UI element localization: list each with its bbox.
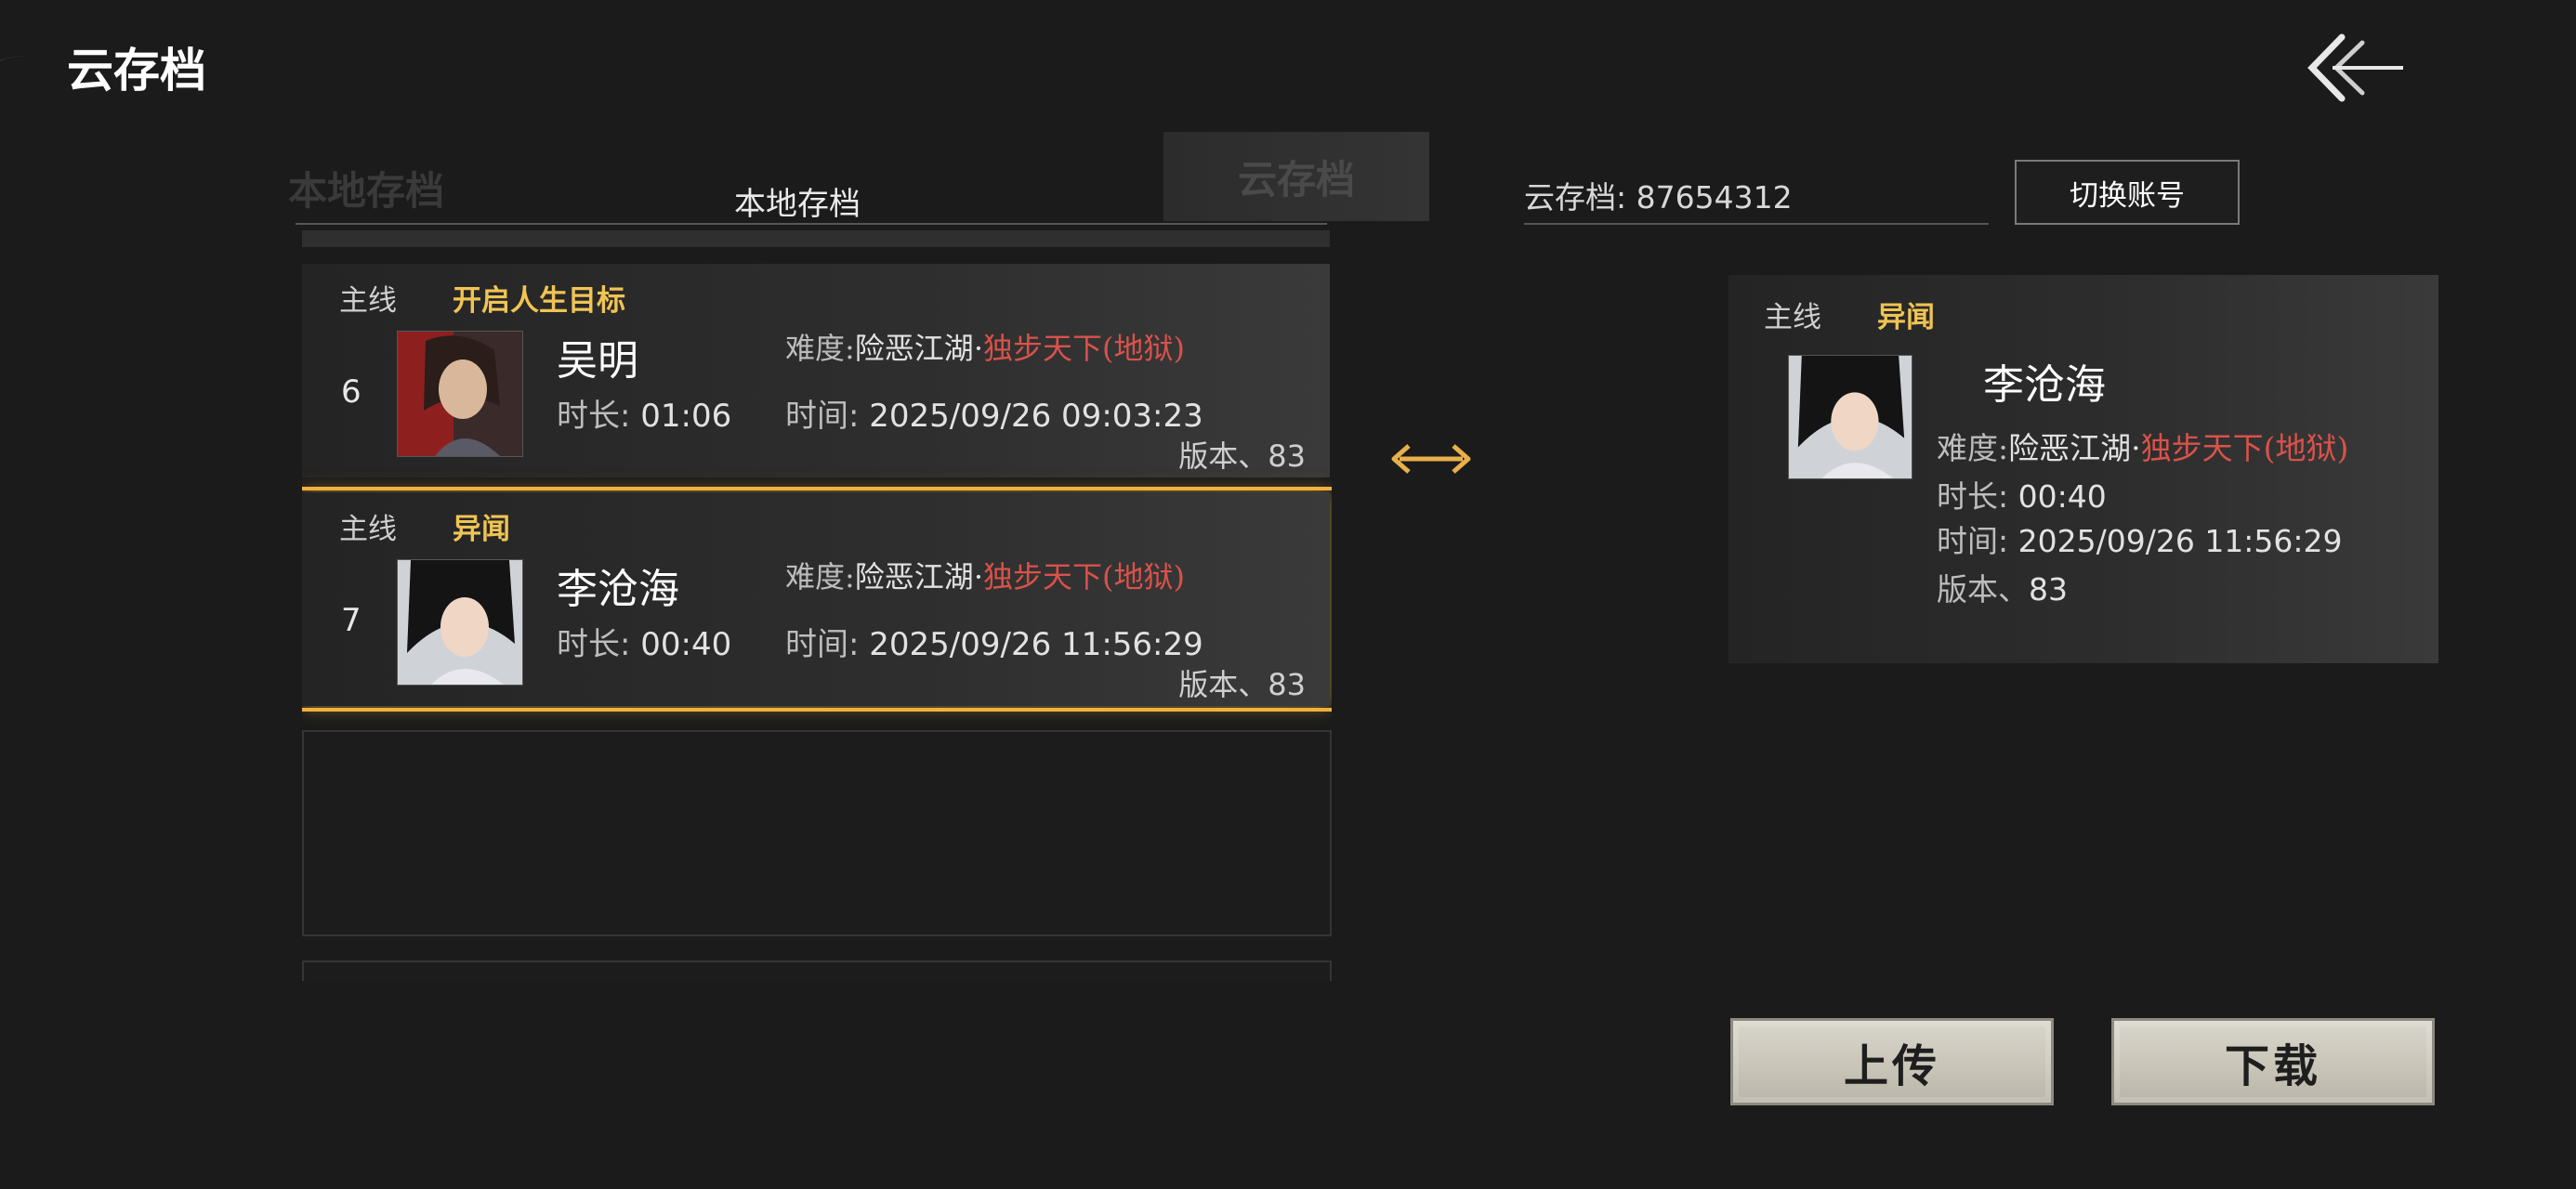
play-duration: 时长: 00:40 bbox=[1937, 472, 2107, 516]
duration-label: 时长: bbox=[557, 626, 631, 663]
duration-value: 00:40 bbox=[2017, 478, 2107, 515]
swap-arrows-icon bbox=[1388, 437, 1474, 481]
duration-value: 01:06 bbox=[640, 398, 732, 435]
cloud-save-card[interactable]: 主线 异闻 李沧海 难度:险恶江湖·独步天下(地狱) 时长: 00:40 时间:… bbox=[1728, 275, 2438, 663]
play-duration: 时长: 00:40 bbox=[557, 619, 731, 664]
previous-slot-peek bbox=[302, 230, 1330, 247]
version-label: 版本、 bbox=[1937, 571, 2029, 608]
time-label: 时间: bbox=[785, 398, 860, 435]
difficulty-sep: · bbox=[2131, 430, 2141, 466]
duration-value: 00:40 bbox=[640, 626, 732, 663]
character-name: 李沧海 bbox=[1983, 361, 2106, 409]
avatar-licanghai bbox=[1788, 355, 1912, 479]
difficulty: 难度:险恶江湖·独步天下(地狱) bbox=[1937, 424, 2348, 468]
difficulty-label: 难度: bbox=[785, 331, 855, 366]
download-button[interactable]: 下载 bbox=[2111, 1018, 2435, 1105]
back-arrow-icon bbox=[2307, 33, 2403, 102]
save-card-slot-6[interactable]: 主线 开启人生目标 6 吴明 时长: 01:06 难度:险恶江湖·独步天下(地狱… bbox=[302, 264, 1330, 477]
time-label: 时间: bbox=[1937, 523, 2009, 559]
tab-local-saves[interactable]: 本地存档 bbox=[734, 178, 861, 224]
save-time: 时间: 2025/09/26 11:56:29 bbox=[785, 619, 1203, 664]
time-label: 时间: bbox=[785, 626, 860, 663]
tab-underline bbox=[296, 223, 1327, 225]
save-time: 时间: 2025/09/26 11:56:29 bbox=[1937, 516, 2343, 561]
empty-save-slot[interactable] bbox=[302, 730, 1332, 936]
difficulty-value: 险恶江湖 bbox=[854, 331, 974, 366]
play-duration: 时长: 01:06 bbox=[557, 390, 731, 436]
cloud-underline bbox=[1524, 223, 1989, 225]
slot-number: 6 bbox=[341, 373, 361, 411]
difficulty-hard: 独步天下(地狱) bbox=[2140, 430, 2349, 466]
tag-mainline: 主线 bbox=[1764, 301, 1821, 334]
version: 版本、83 bbox=[1178, 438, 1306, 474]
back-button[interactable] bbox=[2305, 26, 2407, 110]
version: 版本、83 bbox=[1178, 667, 1306, 702]
difficulty: 难度:险恶江湖·独步天下(地狱) bbox=[785, 554, 1185, 596]
tag-quest: 异闻 bbox=[453, 513, 510, 546]
slot-number: 7 bbox=[341, 602, 361, 639]
difficulty-label: 难度: bbox=[1937, 430, 2009, 466]
difficulty-sep: · bbox=[973, 331, 983, 366]
duration-label: 时长: bbox=[557, 398, 631, 435]
difficulty-value: 险恶江湖 bbox=[854, 559, 974, 594]
tag-quest: 异闻 bbox=[1877, 301, 1935, 334]
difficulty-label: 难度: bbox=[785, 559, 855, 594]
decorative-arc bbox=[0, 56, 41, 260]
character-name: 吴明 bbox=[557, 337, 638, 385]
time-value: 2025/09/26 09:03:23 bbox=[869, 398, 1203, 435]
difficulty-value: 险恶江湖 bbox=[2008, 430, 2132, 466]
empty-save-slot[interactable] bbox=[302, 960, 1332, 981]
save-time: 时间: 2025/09/26 09:03:23 bbox=[785, 390, 1203, 436]
time-value: 2025/09/26 11:56:29 bbox=[2017, 523, 2343, 559]
difficulty-sep: · bbox=[973, 559, 983, 594]
difficulty-hard: 独步天下(地狱) bbox=[982, 559, 1185, 594]
cloud-account-id: 云存档: 87654312 bbox=[1524, 179, 1793, 216]
time-value: 2025/09/26 11:56:29 bbox=[869, 626, 1203, 663]
difficulty-hard: 独步天下(地狱) bbox=[982, 331, 1185, 366]
difficulty: 难度:险恶江湖·独步天下(地狱) bbox=[785, 325, 1185, 368]
version: 版本、83 bbox=[1937, 565, 2068, 609]
tab-local-shadow: 本地存档 bbox=[288, 168, 445, 214]
switch-account-button[interactable]: 切换账号 bbox=[2015, 160, 2240, 225]
save-card-slot-7[interactable]: 主线 异闻 7 李沧海 时长: 00:40 难度:险恶江湖·独步天下(地狱) 时… bbox=[302, 487, 1332, 712]
version-value: 83 bbox=[2029, 571, 2068, 608]
duration-label: 时长: bbox=[1937, 478, 2009, 515]
tag-mainline: 主线 bbox=[339, 513, 397, 546]
tab-cloud-saves[interactable]: 云存档 bbox=[1163, 132, 1429, 221]
page-title: 云存档 bbox=[67, 43, 206, 98]
upload-button[interactable]: 上传 bbox=[1730, 1018, 2054, 1105]
avatar-wuming bbox=[397, 331, 523, 457]
tag-mainline: 主线 bbox=[339, 284, 397, 318]
tag-quest: 开启人生目标 bbox=[453, 284, 625, 318]
character-name: 李沧海 bbox=[557, 566, 679, 613]
local-save-list[interactable]: 主线 开启人生目标 6 吴明 时长: 01:06 难度:险恶江湖·独步天下(地狱… bbox=[302, 230, 1332, 981]
avatar-licanghai bbox=[397, 559, 523, 686]
